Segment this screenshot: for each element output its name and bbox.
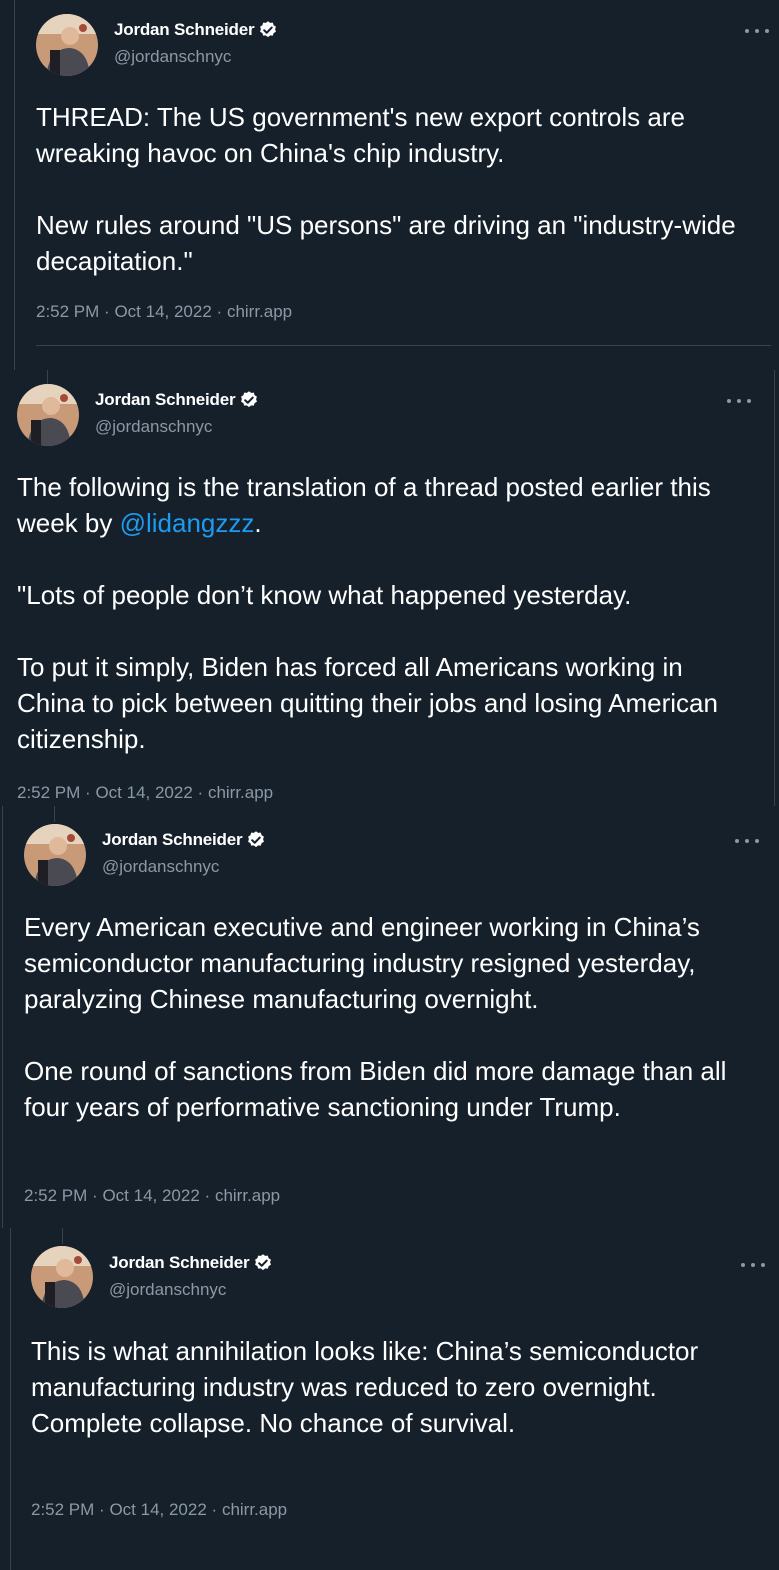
avatar[interactable] (31, 1246, 93, 1308)
tweet-meta: 2:52 PM · Oct 14, 2022 · chirr.app (36, 302, 292, 322)
divider (36, 345, 771, 346)
thread-connector (62, 1228, 63, 1244)
tweet-text: Every American executive and engineer wo… (24, 909, 769, 1125)
display-name[interactable]: Jordan Schneider (95, 390, 236, 410)
avatar[interactable] (17, 384, 79, 446)
meta-separator: · (211, 1500, 218, 1519)
display-name[interactable]: Jordan Schneider (114, 20, 255, 40)
more-options-icon[interactable] (735, 834, 759, 848)
tweet-1[interactable]: Jordan Schneider @jordanschnyc THREAD: T… (14, 0, 779, 370)
tweet-paragraph: New rules around "US persons" are drivin… (36, 210, 736, 276)
tweet-text: The following is the translation of a th… (17, 469, 757, 757)
handle[interactable]: @jordanschnyc (109, 1280, 226, 1300)
tweet-paragraph: "Lots of people don’t know what happened… (17, 580, 632, 610)
tweet-source[interactable]: chirr.app (222, 1500, 287, 1519)
mention-link[interactable]: @lidangzzz (120, 508, 255, 538)
thread-border (10, 1228, 11, 1570)
meta-separator: · (104, 302, 110, 321)
tweet-paragraph: One round of sanctions from Biden did mo… (24, 1056, 727, 1122)
meta-separator: · (85, 783, 91, 802)
thread-border (14, 0, 15, 370)
thread-border (2, 806, 3, 1228)
verified-badge-icon (241, 391, 258, 408)
meta-separator: · (99, 1500, 105, 1519)
tweet-text: This is what annihilation looks like: Ch… (31, 1333, 766, 1441)
handle[interactable]: @jordanschnyc (95, 417, 212, 437)
tweet-source[interactable]: chirr.app (208, 783, 273, 802)
tweet-paragraph: This is what annihilation looks like: Ch… (31, 1336, 699, 1438)
tweet-source[interactable]: chirr.app (215, 1186, 280, 1205)
tweet-time[interactable]: 2:52 PM (36, 302, 99, 321)
tweet-date[interactable]: Oct 14, 2022 (102, 1186, 199, 1205)
verified-badge-icon (255, 1254, 272, 1271)
tweet-date[interactable]: Oct 14, 2022 (109, 1500, 206, 1519)
tweet-date[interactable]: Oct 14, 2022 (114, 302, 211, 321)
tweet-text: THREAD: The US government's new export c… (36, 99, 771, 279)
meta-separator: · (204, 1186, 211, 1205)
meta-separator: · (92, 1186, 98, 1205)
tweet-time[interactable]: 2:52 PM (24, 1186, 87, 1205)
verified-badge-icon (260, 21, 277, 38)
more-options-icon[interactable] (741, 1258, 765, 1272)
tweet-paragraph: THREAD: The US government's new export c… (36, 102, 685, 168)
tweet-paragraph: To put it simply, Biden has forced all A… (17, 652, 718, 754)
author-name-row[interactable]: Jordan Schneider (109, 1253, 273, 1273)
thread-connector (54, 806, 55, 822)
tweet-3[interactable]: Jordan Schneider @jordanschnyc Every Ame… (2, 806, 779, 1228)
tweet-meta: 2:52 PM · Oct 14, 2022 · chirr.app (24, 1186, 280, 1206)
thread-border (774, 370, 775, 806)
author-name-row[interactable]: Jordan Schneider (102, 830, 266, 850)
tweet-2[interactable]: Jordan Schneider @jordanschnyc The follo… (0, 370, 775, 806)
more-options-icon[interactable] (745, 24, 769, 38)
tweet-meta: 2:52 PM · Oct 14, 2022 · chirr.app (31, 1500, 287, 1520)
tweet-date[interactable]: Oct 14, 2022 (95, 783, 192, 802)
handle[interactable]: @jordanschnyc (114, 47, 231, 67)
avatar[interactable] (36, 14, 98, 76)
tweet-source[interactable]: chirr.app (227, 302, 292, 321)
author-name-row[interactable]: Jordan Schneider (95, 390, 259, 410)
display-name[interactable]: Jordan Schneider (102, 830, 243, 850)
verified-badge-icon (248, 831, 265, 848)
mention-suffix: . (254, 508, 262, 538)
author-name-row[interactable]: Jordan Schneider (114, 20, 278, 40)
tweet-time[interactable]: 2:52 PM (17, 783, 80, 802)
meta-separator: · (216, 302, 223, 321)
tweet-4[interactable]: Jordan Schneider @jordanschnyc This is w… (10, 1228, 779, 1570)
tweet-paragraph: The following is the translation of a th… (17, 469, 757, 541)
avatar[interactable] (24, 824, 86, 886)
tweet-time[interactable]: 2:52 PM (31, 1500, 94, 1519)
meta-separator: · (197, 783, 204, 802)
handle[interactable]: @jordanschnyc (102, 857, 219, 877)
tweet-paragraph: Every American executive and engineer wo… (24, 912, 700, 1014)
display-name[interactable]: Jordan Schneider (109, 1253, 250, 1273)
tweet-meta: 2:52 PM · Oct 14, 2022 · chirr.app (17, 783, 273, 803)
more-options-icon[interactable] (727, 394, 751, 408)
